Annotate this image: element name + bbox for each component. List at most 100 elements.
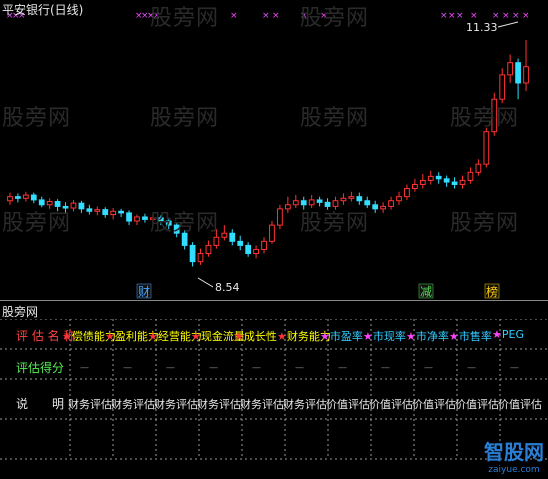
candle-body [284, 204, 291, 210]
candle-body [245, 244, 252, 255]
candle-body [102, 209, 109, 216]
price-chart[interactable]: × × × × × × × × × × × × × × × × × × × × 11.33 8.54 财 减 榜 平安银行(日线… [0, 0, 548, 300]
score-placeholder: — [209, 363, 218, 373]
star-icon: ★ [449, 330, 459, 343]
candle-body [396, 196, 402, 202]
cross-mark: × [230, 11, 238, 21]
candle-body [499, 74, 506, 100]
candle [189, 242, 196, 267]
candle-body [483, 131, 490, 165]
evaluation-panel: 股旁网 评 估 名 称 ★偿债能力 ★盈利能力 ★经营能力 ★现金流量 ★成长性… [0, 301, 548, 479]
candle-body [404, 188, 410, 198]
candle-body [459, 179, 466, 185]
candle-body [110, 210, 117, 216]
candle-body [22, 194, 29, 199]
cross-mark: × [262, 11, 270, 21]
watermark: 股旁网 [300, 106, 370, 131]
high-label: 11.33 [466, 21, 498, 34]
star-icon: ★ [406, 330, 416, 343]
candle [269, 221, 275, 244]
candle-body [261, 240, 267, 250]
candle-body [292, 200, 299, 206]
candle [205, 240, 212, 257]
score-placeholder: — [166, 363, 175, 373]
candle-body [277, 208, 283, 226]
candlestick-chart: ××× ×××× × × × × × × × × × × × × ×11.33 8.54 财 减 榜 [6, 11, 530, 299]
candle-body [515, 62, 521, 84]
indicator-name-text: 市盈率 [329, 330, 363, 343]
candle-body [475, 163, 482, 173]
candle-body [197, 253, 204, 263]
brand-name: 智股网 [484, 440, 544, 464]
indicator-name-text: 市净率 [415, 330, 449, 343]
candle-body [419, 179, 426, 185]
candle [507, 54, 514, 83]
candle-body [253, 248, 259, 255]
score-placeholder: — [123, 363, 132, 373]
cross-mark: × [272, 11, 280, 21]
candle [427, 170, 434, 185]
watermark: 股旁网 [300, 211, 370, 236]
watermark: 股旁网 [300, 6, 370, 31]
candle [483, 127, 490, 168]
cross-mark: × [512, 11, 520, 21]
candle-body [269, 224, 275, 242]
candle-body [435, 175, 442, 180]
star-icon: ★ [492, 328, 502, 341]
marker-label: 减 [420, 285, 432, 299]
watermark: 股旁网 [450, 211, 520, 236]
candle-body [372, 204, 379, 210]
candle [435, 172, 442, 184]
candle-body [411, 183, 418, 190]
description-cell: 财务评估 [68, 398, 112, 411]
indicator-name: ★PEG [492, 328, 524, 341]
low-arrow [197, 277, 214, 288]
candle-body [189, 244, 196, 263]
watermark: 股旁网 [2, 211, 72, 236]
signal-crosses: ××× ×××× × × × × × × × × × × × × × [6, 11, 530, 21]
candle-body [94, 209, 101, 212]
marker-label: 财 [138, 285, 150, 299]
cross-mark: × [502, 11, 510, 21]
candle [110, 208, 117, 220]
row-label-score: 评估得分 [16, 361, 65, 375]
score-placeholder: — [252, 363, 261, 373]
candle [404, 184, 410, 200]
candle [523, 39, 529, 92]
candle-body [134, 216, 140, 222]
candle [70, 199, 77, 212]
score-placeholder: — [510, 363, 519, 373]
star-icon: ★ [363, 330, 373, 343]
star-icon: ★ [105, 330, 115, 343]
star-icon: ★ [191, 330, 201, 343]
candle [30, 192, 37, 204]
candle [142, 213, 148, 223]
candle [253, 245, 259, 259]
indicator-name-text: PEG [501, 328, 524, 341]
indicator-name: ★市现率 [363, 328, 406, 344]
candle-body [467, 171, 474, 181]
candle-body [507, 62, 514, 76]
candle-body [213, 236, 220, 246]
candle [443, 175, 450, 187]
cross-mark: × [440, 11, 448, 21]
brand-url: zaiyue.com [488, 465, 540, 475]
panel-title: 股旁网 [2, 305, 39, 319]
description-cell: 财务评估 [154, 398, 198, 411]
candle [499, 68, 506, 104]
row-label-desc: 说 明 [16, 397, 65, 411]
candle-body [142, 216, 148, 220]
candle [237, 235, 244, 251]
candle [7, 192, 13, 205]
candle-body [70, 202, 77, 209]
candle-body [78, 202, 85, 210]
candle [372, 200, 379, 213]
candle [197, 248, 204, 265]
candle [284, 196, 291, 213]
description-cell: 价值评估 [412, 398, 456, 411]
watermark: 股旁网 [150, 106, 220, 131]
description-cell: 价值评估 [369, 398, 413, 411]
candle [15, 193, 21, 203]
candle [134, 214, 140, 226]
candle-body [118, 210, 125, 214]
